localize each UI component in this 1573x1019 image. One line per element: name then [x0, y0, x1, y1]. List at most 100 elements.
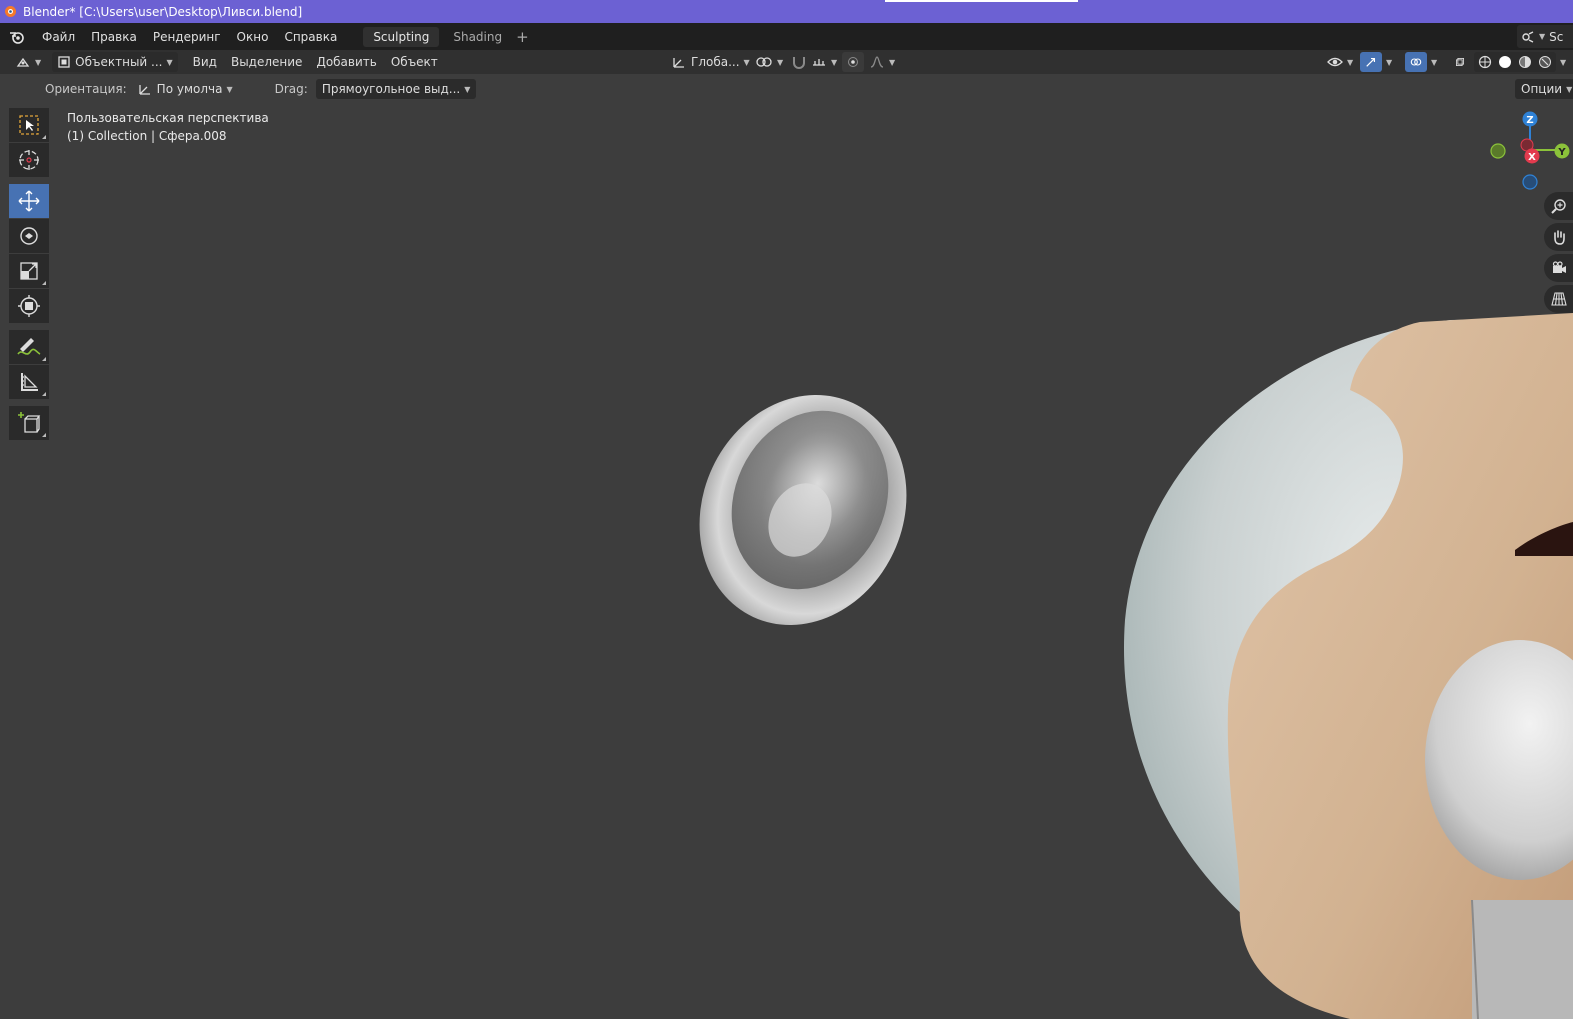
- zoom-icon: [1550, 199, 1566, 214]
- options-dropdown[interactable]: Опции ▼: [1515, 79, 1573, 99]
- falloff-curve-icon: [870, 56, 884, 68]
- magnet-icon: [793, 57, 805, 69]
- tool-add-cube[interactable]: [9, 406, 49, 440]
- editor-type-button[interactable]: ▼: [10, 52, 46, 72]
- menu-object[interactable]: Объект: [384, 55, 445, 69]
- chevron-down-icon: ▼: [831, 57, 838, 67]
- tab-sculpting[interactable]: Sculpting: [363, 26, 440, 47]
- sculpt-object-eye[interactable]: [663, 361, 944, 659]
- tool-move[interactable]: [9, 184, 49, 218]
- options-label: Опции: [1521, 82, 1563, 96]
- visibility-dropdown[interactable]: ▼: [1322, 52, 1358, 72]
- viewport-header: ▼ Объектный ... ▼ Вид Выделение Добавить…: [0, 50, 1573, 74]
- chevron-down-icon: ▼: [743, 57, 750, 67]
- orientation-dropdown[interactable]: По умолча ▼: [131, 79, 239, 99]
- chevron-down-icon[interactable]: ▼: [1431, 58, 1437, 67]
- solid-shading-icon[interactable]: [1498, 55, 1512, 69]
- chevron-down-icon: ▼: [226, 84, 233, 94]
- menu-select[interactable]: Выделение: [224, 55, 309, 69]
- chevron-down-icon[interactable]: ▼: [1560, 58, 1566, 67]
- neg-y-axis-handle[interactable]: [1490, 143, 1506, 159]
- snap-target-dropdown[interactable]: ▼: [806, 52, 842, 72]
- grid-perspective-icon: [1550, 292, 1567, 306]
- overlays-icon: [1410, 58, 1422, 66]
- tool-measure[interactable]: [9, 365, 49, 399]
- viewport-nav-buttons: [1544, 192, 1573, 316]
- object-mode-icon: [58, 56, 70, 68]
- blender-app-icon: [5, 6, 16, 17]
- snap-increment-icon: [813, 59, 825, 66]
- menu-help[interactable]: Справка: [276, 30, 345, 44]
- tab-shading[interactable]: Shading: [443, 27, 512, 47]
- scene-icon: [1522, 30, 1534, 43]
- viewport-info-overlay: Пользовательская перспектива (1) Collect…: [67, 109, 269, 145]
- chevron-down-icon: ▼: [889, 57, 896, 67]
- chevron-down-icon[interactable]: ▼: [1386, 58, 1392, 67]
- chevron-down-icon: ▼: [1566, 84, 1573, 94]
- x-axis-label: X: [1528, 152, 1536, 163]
- chevron-down-icon: ▼: [35, 57, 42, 67]
- chevron-down-icon: ▼: [777, 57, 784, 67]
- menu-window[interactable]: Окно: [229, 30, 277, 44]
- menu-view[interactable]: Вид: [186, 55, 224, 69]
- z-axis-label: Z: [1526, 115, 1533, 126]
- tool-corner-indicator: [42, 433, 46, 437]
- menu-file[interactable]: Файл: [34, 30, 83, 44]
- zoom-button[interactable]: [1544, 192, 1573, 220]
- orientation-label: Ориентация:: [45, 82, 127, 96]
- rendered-shading-icon[interactable]: [1538, 55, 1552, 69]
- scene-render: [663, 313, 1573, 1019]
- rotate-icon: [20, 227, 38, 245]
- tool-scale[interactable]: [9, 254, 49, 288]
- collection-info: (1) Collection | Сфера.008: [67, 129, 227, 143]
- view-name: Пользовательская перспектива: [67, 111, 269, 125]
- navigation-gizmo[interactable]: Z Y X: [1488, 108, 1573, 198]
- xray-icon: [1456, 58, 1464, 66]
- sculpt-object-head[interactable]: [1123, 313, 1573, 1019]
- transform-orientation-dropdown[interactable]: Глоба... ▼: [666, 52, 755, 72]
- chevron-down-icon: ▼: [1539, 32, 1546, 41]
- wireframe-shading-icon[interactable]: [1478, 55, 1492, 69]
- add-workspace-button[interactable]: +: [516, 28, 529, 46]
- tool-corner-indicator: [42, 135, 46, 139]
- pivot-point-dropdown[interactable]: ▼: [750, 52, 788, 72]
- xray-toggle[interactable]: [1450, 52, 1470, 72]
- menu-add[interactable]: Добавить: [309, 55, 383, 69]
- hand-icon: [1553, 230, 1565, 245]
- mode-dropdown[interactable]: Объектный ... ▼: [52, 52, 178, 72]
- tool-select-box[interactable]: [9, 108, 49, 142]
- tool-corner-indicator: [42, 392, 46, 396]
- gizmo-toggle[interactable]: [1360, 52, 1382, 72]
- tool-cursor[interactable]: [9, 143, 49, 177]
- orientation-icon: [139, 85, 150, 95]
- perspective-toggle-button[interactable]: [1544, 285, 1573, 313]
- eye-icon: [1327, 57, 1343, 67]
- camera-icon: [1552, 261, 1566, 273]
- scene-label: Sc: [1549, 29, 1564, 44]
- neg-z-axis-handle[interactable]: [1522, 174, 1538, 190]
- menu-edit[interactable]: Правка: [83, 30, 145, 44]
- drag-value: Прямоугольное выд...: [321, 82, 461, 96]
- scene-selector[interactable]: ▼ Sc: [1517, 25, 1573, 48]
- chevron-down-icon: ▼: [166, 57, 173, 67]
- move-icon: [18, 190, 40, 212]
- material-shading-icon[interactable]: [1518, 55, 1532, 69]
- proportional-edit-toggle[interactable]: [842, 52, 864, 72]
- transform-icon: [18, 295, 40, 317]
- proportional-falloff-dropdown[interactable]: ▼: [864, 52, 900, 72]
- tool-corner-indicator: [42, 357, 46, 361]
- top-menu-bar: Файл Правка Рендеринг Окно Справка Sculp…: [0, 23, 1573, 50]
- pan-button[interactable]: [1544, 223, 1573, 251]
- tool-transform[interactable]: [9, 289, 49, 323]
- drag-dropdown[interactable]: Прямоугольное выд... ▼: [315, 79, 477, 99]
- blender-logo-icon[interactable]: [0, 30, 34, 44]
- tool-rotate[interactable]: [9, 219, 49, 253]
- drag-label: Drag:: [274, 82, 308, 96]
- tool-annotate[interactable]: [9, 330, 49, 364]
- measure-icon: [21, 373, 38, 391]
- camera-view-button[interactable]: [1544, 254, 1573, 282]
- menu-render[interactable]: Рендеринг: [145, 30, 229, 44]
- tool-settings-bar: Ориентация: По умолча ▼ Drag: Прямоуголь…: [0, 76, 1573, 102]
- overlays-toggle[interactable]: [1405, 52, 1427, 72]
- tool-corner-indicator: [42, 281, 46, 285]
